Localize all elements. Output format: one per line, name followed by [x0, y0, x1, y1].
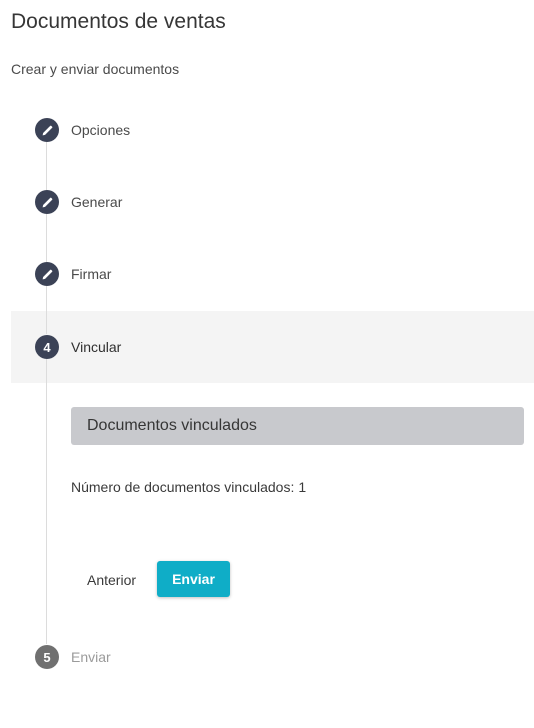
step-firmar[interactable]: Firmar [35, 262, 111, 286]
step-connector [46, 286, 47, 334]
step-enviar[interactable]: 5 Enviar [35, 645, 111, 669]
stepper: Opciones Generar Firmar 4 Vincular 5 Env… [0, 0, 534, 728]
linked-documents-title: Documentos vinculados [87, 417, 257, 434]
step-label: Vincular [71, 339, 122, 355]
count-value: 1 [298, 479, 307, 495]
pencil-icon [41, 268, 54, 281]
step-circle [35, 118, 59, 142]
step-label: Opciones [71, 122, 131, 138]
step-number: 4 [35, 335, 59, 359]
step-connector [46, 358, 47, 644]
step-connector [46, 142, 47, 190]
step-vincular[interactable]: 4 Vincular [35, 335, 121, 359]
step-label: Firmar [71, 266, 112, 282]
step-connector [46, 214, 47, 262]
count-label: Número de documentos vinculados: [71, 479, 295, 495]
step-circle [35, 190, 59, 214]
pencil-icon [41, 124, 54, 137]
step-label: Generar [71, 194, 123, 210]
step-label: Enviar [71, 649, 111, 665]
linked-documents-count: Número de documentos vinculados: 1 [71, 479, 306, 495]
step-number: 5 [35, 645, 59, 669]
linked-documents-header[interactable]: Documentos vinculados [71, 407, 524, 445]
send-button[interactable]: Enviar [157, 561, 230, 597]
step-generar[interactable]: Generar [35, 190, 122, 214]
step-circle [35, 262, 59, 286]
step-opciones[interactable]: Opciones [35, 118, 130, 142]
pencil-icon [41, 196, 54, 209]
previous-button[interactable]: Anterior [79, 563, 144, 597]
